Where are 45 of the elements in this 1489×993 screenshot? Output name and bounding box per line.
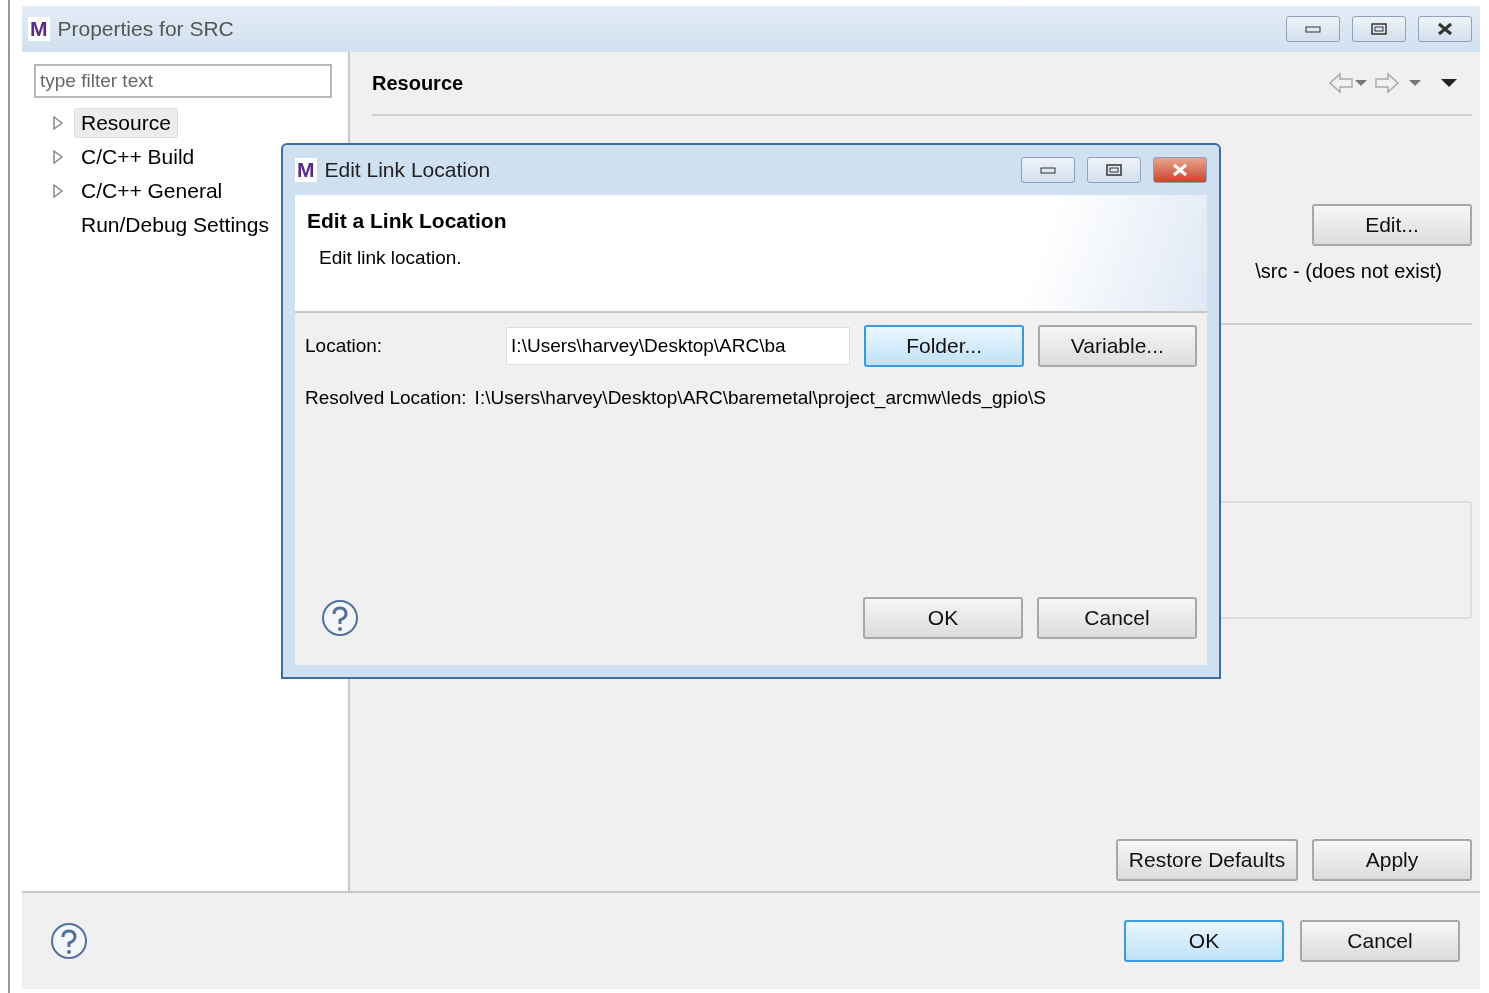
page-button[interactable]: Restore Defaults xyxy=(1116,839,1298,881)
dropdown-icon[interactable] xyxy=(1354,79,1368,87)
maximize-button[interactable] xyxy=(1087,157,1141,183)
page-button[interactable]: Apply xyxy=(1312,839,1472,881)
dialog-title: Edit Link Location xyxy=(324,158,492,182)
minimize-button[interactable] xyxy=(1286,16,1340,42)
expand-icon[interactable] xyxy=(52,150,64,164)
expand-icon[interactable] xyxy=(52,116,64,130)
window-title: Properties for SRC xyxy=(57,17,235,41)
location-text: \src - (does not exist) xyxy=(1255,260,1442,283)
app-logo: M xyxy=(295,158,317,182)
maximize-icon xyxy=(1371,23,1387,35)
dialog-description: Edit link location. xyxy=(319,247,463,269)
dialog-button[interactable]: OK xyxy=(1124,920,1284,962)
help-icon[interactable] xyxy=(50,922,88,960)
menu-icon[interactable] xyxy=(1440,78,1458,88)
dropdown-icon[interactable] xyxy=(1408,79,1422,87)
minimize-icon xyxy=(1040,166,1056,174)
dialog-heading: Edit a Link Location xyxy=(307,209,508,233)
minimize-icon xyxy=(1305,25,1321,33)
close-button[interactable] xyxy=(1418,16,1472,42)
browse-button[interactable]: Variable... xyxy=(1037,325,1197,367)
tree-item[interactable]: Resource xyxy=(74,108,178,138)
resolved-value: I:\Users\harvey\Desktop\ARC\baremetal\project_arcmw\leds_gpio\S xyxy=(474,387,1046,409)
location-field[interactable]: I:\Users\harvey\Desktop\ARC\ba xyxy=(506,327,851,365)
edit-button[interactable]: Edit... xyxy=(1312,204,1472,246)
tree-item[interactable]: C/C++ General xyxy=(74,176,230,206)
dialog-button[interactable]: OK xyxy=(863,597,1023,639)
dialog-button[interactable]: Cancel xyxy=(1300,920,1460,962)
expand-icon[interactable] xyxy=(52,184,64,198)
minimize-button[interactable] xyxy=(1021,157,1075,183)
app-logo: M xyxy=(28,17,50,41)
tree-item[interactable]: Run/Debug Settings xyxy=(74,210,276,240)
close-icon xyxy=(1171,163,1189,177)
browse-button[interactable]: Folder... xyxy=(864,325,1024,367)
page-title: Resource xyxy=(372,71,465,95)
tree-item[interactable]: C/C++ Build xyxy=(74,142,202,172)
location-label: Location: xyxy=(305,335,384,357)
close-icon xyxy=(1436,22,1454,36)
maximize-icon xyxy=(1106,164,1122,176)
dialog-button[interactable]: Cancel xyxy=(1037,597,1197,639)
filter-field[interactable]: type filter text xyxy=(34,64,332,98)
maximize-button[interactable] xyxy=(1352,16,1406,42)
resolved-label: Resolved Location: xyxy=(305,387,467,409)
help-icon[interactable] xyxy=(321,599,359,637)
